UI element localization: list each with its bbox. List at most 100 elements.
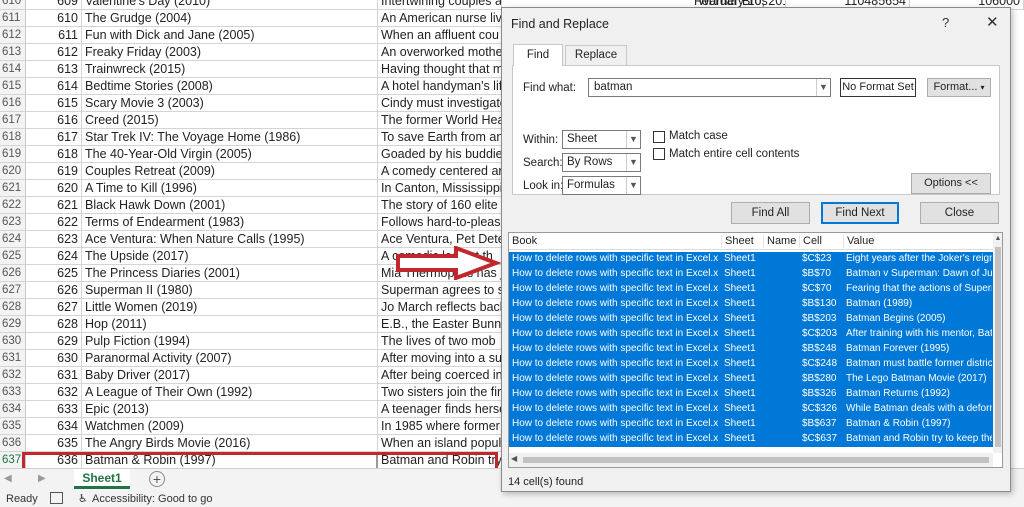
cell-id[interactable]: 631 <box>26 367 82 384</box>
cell-title[interactable]: Couples Retreat (2009) <box>82 163 378 180</box>
cell-id[interactable]: 622 <box>26 214 82 231</box>
cell-description[interactable]: E.B., the Easter Bunny <box>378 316 502 333</box>
cell-title[interactable]: Ace Ventura: When Nature Calls (1995) <box>82 231 378 248</box>
result-row[interactable]: How to delete rows with specific text in… <box>509 372 993 387</box>
row-header[interactable]: 612 <box>0 27 26 44</box>
row-header[interactable]: 616 <box>0 95 26 112</box>
cell-id[interactable]: 621 <box>26 197 82 214</box>
cell-description[interactable]: Cindy must investigate <box>378 95 502 112</box>
tab-next-icon[interactable]: ▶ <box>38 473 52 487</box>
find-all-button[interactable]: Find All <box>731 202 810 224</box>
row-header[interactable]: 620 <box>0 163 26 180</box>
row-header[interactable]: 623 <box>0 214 26 231</box>
result-row[interactable]: How to delete rows with specific text in… <box>509 327 993 342</box>
find-what-input[interactable]: batman ▼ <box>588 78 831 97</box>
cell-title[interactable]: Fun with Dick and Jane (2005) <box>82 27 378 44</box>
row-header[interactable]: 628 <box>0 299 26 316</box>
result-row[interactable]: How to delete rows with specific text in… <box>509 342 993 357</box>
cell-description[interactable]: A teenager finds herse <box>378 401 502 418</box>
cell-description[interactable]: Follows hard-to-pleas <box>378 214 502 231</box>
close-button[interactable]: Close <box>920 202 999 224</box>
chevron-down-icon[interactable]: ▼ <box>816 79 830 96</box>
row-header[interactable]: 635 <box>0 418 26 435</box>
results-list[interactable]: Book Sheet Name Cell Value How to delete… <box>508 232 1003 468</box>
row-header[interactable]: 629 <box>0 316 26 333</box>
scroll-up-icon[interactable]: ▲ <box>993 235 1002 245</box>
result-row[interactable]: How to delete rows with specific text in… <box>509 312 993 327</box>
cell-id[interactable]: 632 <box>26 384 82 401</box>
cell-description[interactable]: When an affluent cou <box>378 27 502 44</box>
cell-title[interactable]: Superman II (1980) <box>82 282 378 299</box>
sheet-tab[interactable]: Sheet1 <box>74 469 130 489</box>
cell-description[interactable]: To save Earth from an <box>378 129 502 146</box>
cell-description[interactable]: Two sisters join the fir <box>378 384 502 401</box>
tab-prev-icon[interactable]: ◀ <box>4 473 18 487</box>
row-header[interactable]: 626 <box>0 265 26 282</box>
lookin-select[interactable]: Formulas ▼ <box>562 176 641 195</box>
cell-title[interactable]: Little Women (2019) <box>82 299 378 316</box>
cell-title[interactable]: Freaky Friday (2003) <box>82 44 378 61</box>
cell-description[interactable]: An American nurse livi <box>378 10 502 27</box>
cell-title[interactable]: Trainwreck (2015) <box>82 61 378 78</box>
match-entire-label[interactable]: Match entire cell contents <box>669 148 799 160</box>
cell-id[interactable]: 616 <box>26 112 82 129</box>
result-row[interactable]: How to delete rows with specific text in… <box>509 267 993 282</box>
result-row[interactable]: How to delete rows with specific text in… <box>509 387 993 402</box>
cell-id[interactable]: 611 <box>26 27 82 44</box>
within-select[interactable]: Sheet ▼ <box>562 130 641 149</box>
options-button[interactable]: Options << <box>911 173 991 194</box>
cell-id[interactable]: 609 <box>26 0 82 10</box>
vertical-scrollbar[interactable]: ▲ <box>993 233 1002 453</box>
cell-description[interactable]: The lives of two mob <box>378 333 502 350</box>
cell-id[interactable]: 613 <box>26 61 82 78</box>
row-header[interactable]: 622 <box>0 197 26 214</box>
horizontal-scrollbar[interactable]: ◀ <box>509 453 993 467</box>
cell-title[interactable]: Star Trek IV: The Voyage Home (1986) <box>82 129 378 146</box>
col-name[interactable]: Name <box>763 235 799 248</box>
cell-id[interactable]: 633 <box>26 401 82 418</box>
cell-id[interactable]: 612 <box>26 44 82 61</box>
cell-id[interactable]: 620 <box>26 180 82 197</box>
cell-description[interactable]: A hotel handyman's lif <box>378 78 502 95</box>
row-header[interactable]: 633 <box>0 384 26 401</box>
tab-replace[interactable]: Replace <box>565 45 627 66</box>
scroll-left-icon[interactable]: ◀ <box>511 454 517 463</box>
chevron-down-icon[interactable]: ▼ <box>626 154 640 171</box>
cell-id[interactable]: 630 <box>26 350 82 367</box>
scroll-thumb[interactable] <box>995 247 1001 447</box>
tab-find[interactable]: Find <box>513 44 563 66</box>
cell-description[interactable]: When an island popula <box>378 435 502 452</box>
col-value[interactable]: Value <box>843 235 993 248</box>
row-header[interactable]: 627 <box>0 282 26 299</box>
cell-description[interactable]: The story of 160 elite <box>378 197 502 214</box>
row-header[interactable]: 624 <box>0 231 26 248</box>
cell-title[interactable]: The Angry Birds Movie (2016) <box>82 435 378 452</box>
cell-description[interactable]: Intertwining couples a <box>378 0 502 10</box>
cell-id[interactable]: 626 <box>26 282 82 299</box>
row-header[interactable]: 630 <box>0 333 26 350</box>
cell-id[interactable]: 624 <box>26 248 82 265</box>
cell-description[interactable]: Having thought that m <box>378 61 502 78</box>
cell-title[interactable]: Terms of Endearment (1983) <box>82 214 378 231</box>
cell-id[interactable]: 614 <box>26 78 82 95</box>
cell-title[interactable]: The Princess Diaries (2001) <box>82 265 378 282</box>
result-row[interactable]: How to delete rows with specific text in… <box>509 252 993 267</box>
cell-title[interactable]: Hop (2011) <box>82 316 378 333</box>
format-button[interactable]: Format... ▾ <box>927 78 991 97</box>
search-select[interactable]: By Rows ▼ <box>562 153 641 172</box>
cell-title[interactable]: Pulp Fiction (1994) <box>82 333 378 350</box>
cell-title[interactable]: A League of Their Own (1992) <box>82 384 378 401</box>
result-row[interactable]: How to delete rows with specific text in… <box>509 417 993 432</box>
row-header[interactable]: 631 <box>0 350 26 367</box>
cell-id[interactable]: 628 <box>26 316 82 333</box>
chevron-down-icon[interactable]: ▼ <box>626 177 640 194</box>
result-row[interactable]: How to delete rows with specific text in… <box>509 282 993 297</box>
col-cell[interactable]: Cell <box>799 235 843 248</box>
cell-description[interactable]: Jo March reflects back <box>378 299 502 316</box>
cell-id[interactable]: 615 <box>26 95 82 112</box>
cell-description[interactable]: The former World Hea <box>378 112 502 129</box>
add-sheet-icon[interactable]: + <box>149 471 165 487</box>
row-header[interactable]: 634 <box>0 401 26 418</box>
row-header[interactable]: 614 <box>0 61 26 78</box>
cell-id[interactable]: 610 <box>26 10 82 27</box>
